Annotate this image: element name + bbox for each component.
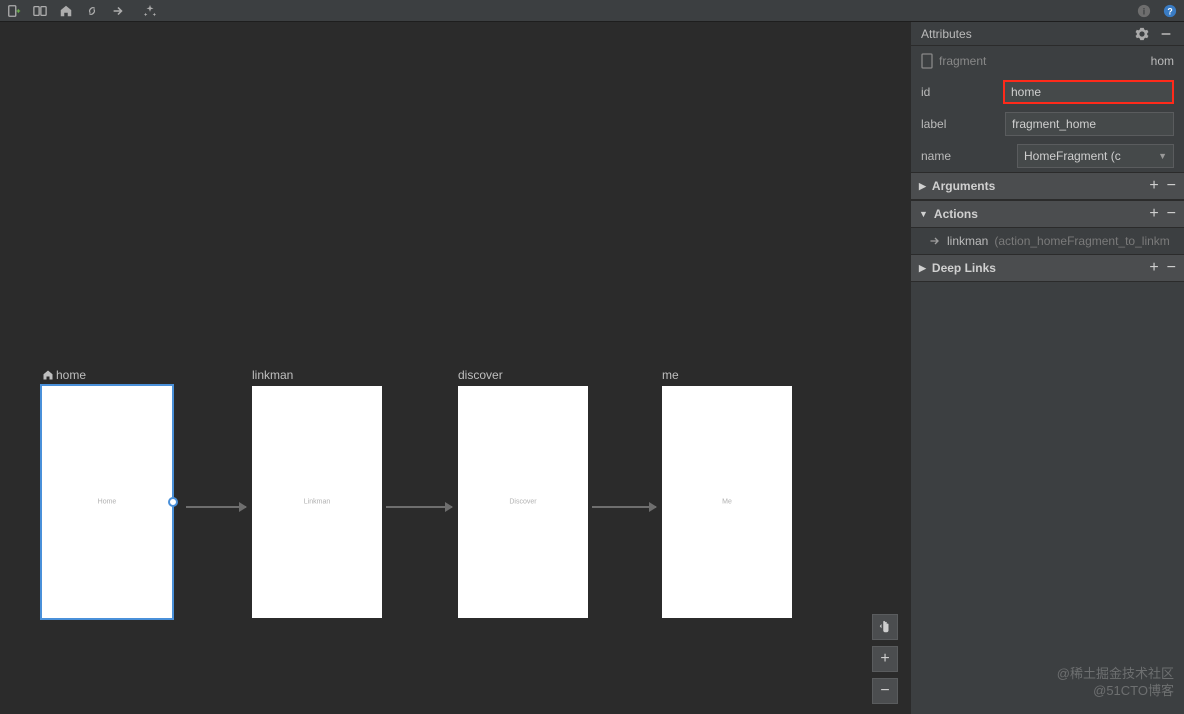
zoom-out-button[interactable]: − bbox=[872, 678, 898, 704]
destination-card[interactable]: Discover bbox=[458, 386, 588, 618]
destination-inner-text: Linkman bbox=[252, 499, 382, 506]
nav-arrow[interactable] bbox=[386, 506, 452, 508]
destination-linkman[interactable]: linkman Linkman bbox=[252, 368, 392, 618]
nav-canvas[interactable]: home Home linkman Linkman discover Discover me… bbox=[0, 22, 910, 714]
destination-label: linkman bbox=[252, 368, 392, 382]
add-argument-icon[interactable]: + bbox=[1149, 177, 1158, 195]
svg-text:?: ? bbox=[1167, 6, 1172, 16]
chevron-right-icon: ▶ bbox=[919, 181, 926, 192]
attributes-header: Attributes bbox=[911, 22, 1184, 46]
toolbar-right: i ? bbox=[1136, 3, 1178, 19]
destination-card[interactable]: Home bbox=[42, 386, 172, 618]
destination-inner-text: Me bbox=[662, 499, 792, 506]
section-arguments-label: Arguments bbox=[932, 179, 995, 193]
name-label: name bbox=[921, 149, 1011, 163]
add-action-icon[interactable]: + bbox=[1149, 205, 1158, 223]
pan-button[interactable] bbox=[872, 614, 898, 640]
home-icon[interactable] bbox=[58, 3, 74, 19]
section-arguments[interactable]: ▶ Arguments + − bbox=[911, 172, 1184, 200]
arrow-right-icon bbox=[929, 235, 941, 247]
destination-label: home bbox=[42, 368, 182, 382]
destination-me[interactable]: me Me bbox=[662, 368, 802, 618]
remove-deeplink-icon[interactable]: − bbox=[1167, 259, 1176, 277]
help-icon[interactable]: ? bbox=[1162, 3, 1178, 19]
destination-label: discover bbox=[458, 368, 598, 382]
add-destination-icon[interactable] bbox=[6, 3, 22, 19]
info-icon[interactable]: i bbox=[1136, 3, 1152, 19]
attributes-panel: Attributes fragment hom id label bbox=[910, 22, 1184, 714]
destination-card[interactable]: Me bbox=[662, 386, 792, 618]
destination-type-value: hom bbox=[1151, 54, 1174, 68]
label-input[interactable] bbox=[1005, 112, 1174, 136]
nav-arrow[interactable] bbox=[186, 506, 246, 508]
zoom-in-button[interactable]: + bbox=[872, 646, 898, 672]
fragment-icon bbox=[921, 53, 933, 69]
chevron-down-icon: ▼ bbox=[919, 209, 928, 219]
section-deeplinks[interactable]: ▶ Deep Links + − bbox=[911, 254, 1184, 282]
zoom-controls: + − bbox=[872, 614, 898, 704]
remove-argument-icon[interactable]: − bbox=[1167, 177, 1176, 195]
chevron-down-icon: ▼ bbox=[1158, 151, 1167, 161]
action-item-detail: (action_homeFragment_to_linkm bbox=[994, 234, 1169, 248]
toolbar-left bbox=[6, 3, 158, 19]
attr-row-label: label bbox=[911, 108, 1184, 140]
svg-text:i: i bbox=[1143, 6, 1145, 16]
section-deeplinks-label: Deep Links bbox=[932, 261, 996, 275]
action-item-name: linkman bbox=[947, 234, 988, 248]
nav-editor-toolbar: i ? bbox=[0, 0, 1184, 22]
action-item-linkman[interactable]: linkman (action_homeFragment_to_linkm bbox=[911, 228, 1184, 254]
nav-arrow[interactable] bbox=[592, 506, 656, 508]
arrow-right-icon[interactable] bbox=[110, 3, 126, 19]
auto-arrange-icon[interactable] bbox=[142, 3, 158, 19]
main-area: home Home linkman Linkman discover Discover me… bbox=[0, 22, 1184, 714]
home-icon bbox=[42, 369, 54, 381]
destination-home[interactable]: home Home bbox=[42, 368, 182, 618]
id-input[interactable] bbox=[1003, 80, 1174, 104]
link-icon[interactable] bbox=[84, 3, 100, 19]
add-deeplink-icon[interactable]: + bbox=[1149, 259, 1158, 277]
connection-handle[interactable] bbox=[168, 497, 178, 507]
name-value: HomeFragment (c bbox=[1024, 149, 1121, 163]
canvas-inner[interactable]: home Home linkman Linkman discover Discover me… bbox=[0, 22, 910, 714]
section-actions[interactable]: ▼ Actions + − bbox=[911, 200, 1184, 228]
destination-inner-text: Home bbox=[42, 499, 172, 506]
id-label: id bbox=[921, 85, 997, 99]
destination-discover[interactable]: discover Discover bbox=[458, 368, 598, 618]
nested-graph-icon[interactable] bbox=[32, 3, 48, 19]
destination-label: me bbox=[662, 368, 802, 382]
remove-action-icon[interactable]: − bbox=[1167, 205, 1176, 223]
attr-row-id: id bbox=[911, 76, 1184, 108]
minimize-icon[interactable] bbox=[1158, 26, 1174, 42]
destination-type-row: fragment hom bbox=[911, 46, 1184, 76]
attr-row-name: name HomeFragment (c ▼ bbox=[911, 140, 1184, 172]
gear-icon[interactable] bbox=[1134, 26, 1150, 42]
section-actions-label: Actions bbox=[934, 207, 978, 221]
label-label: label bbox=[921, 117, 999, 131]
destination-card[interactable]: Linkman bbox=[252, 386, 382, 618]
name-select[interactable]: HomeFragment (c ▼ bbox=[1017, 144, 1174, 168]
chevron-right-icon: ▶ bbox=[919, 263, 926, 274]
attributes-title: Attributes bbox=[921, 27, 972, 41]
destination-type-label: fragment bbox=[939, 54, 986, 68]
destination-inner-text: Discover bbox=[458, 499, 588, 506]
